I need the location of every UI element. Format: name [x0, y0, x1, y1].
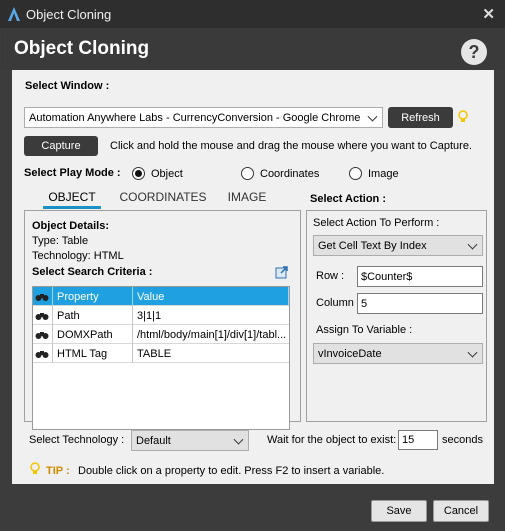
property-cell: HTML Tag: [53, 344, 133, 363]
title-bar: Object Cloning ✕: [0, 0, 505, 28]
table-header-row: Property Value: [33, 287, 289, 306]
main-panel: Select Window : Automation Anywhere Labs…: [12, 70, 494, 484]
tip-label: TIP :: [46, 465, 70, 477]
radio-image-label: Image: [368, 168, 399, 180]
action-dropdown[interactable]: Get Cell Text By Index: [313, 235, 483, 256]
app-logo-icon: [8, 7, 20, 21]
property-cell: DOMXPath: [53, 325, 133, 344]
tab-coordinates[interactable]: COORDINATES: [117, 190, 209, 209]
table-row[interactable]: Path 3|1|1: [33, 306, 289, 325]
tab-image[interactable]: IMAGE: [225, 190, 269, 209]
object-details-heading: Object Details:: [32, 220, 110, 232]
dialog-title: Object Cloning: [14, 38, 150, 59]
table-row[interactable]: HTML Tag TABLE: [33, 344, 289, 363]
chevron-down-icon: [467, 239, 478, 250]
column-value[interactable]: Value: [133, 287, 289, 306]
wait-unit: seconds: [442, 434, 483, 446]
select-action-heading: Select Action :: [310, 193, 386, 205]
assign-variable-label: Assign To Variable :: [316, 324, 413, 336]
chevron-down-icon: [467, 347, 478, 358]
refresh-button[interactable]: Refresh: [388, 107, 453, 128]
tip-text: Double click on a property to edit. Pres…: [78, 465, 385, 477]
window-dropdown[interactable]: Automation Anywhere Labs - CurrencyConve…: [24, 107, 383, 128]
action-perform-label: Select Action To Perform :: [313, 217, 440, 229]
capture-hint: Click and hold the mouse and drag the mo…: [110, 140, 472, 152]
value-cell[interactable]: TABLE: [133, 344, 289, 363]
chevron-down-icon: [367, 111, 378, 122]
radio-object[interactable]: [132, 167, 145, 180]
object-technology: Technology: HTML: [32, 250, 124, 262]
assign-variable-value: vInvoiceDate: [318, 347, 382, 360]
binoculars-icon[interactable]: [33, 287, 53, 306]
technology-value: Default: [136, 434, 171, 447]
lightbulb-icon: [30, 462, 40, 474]
property-cell: Path: [53, 306, 133, 325]
search-criteria-heading: Select Search Criteria :: [32, 266, 153, 278]
radio-coordinates[interactable]: [241, 167, 254, 180]
play-mode-label: Select Play Mode :: [24, 167, 121, 179]
technology-dropdown[interactable]: Default: [131, 430, 249, 451]
row-label: Row :: [316, 270, 345, 282]
export-icon[interactable]: [275, 265, 289, 279]
window-dropdown-value: Automation Anywhere Labs - CurrencyConve…: [29, 111, 361, 124]
radio-object-label: Object: [151, 168, 183, 180]
assign-variable-dropdown[interactable]: vInvoiceDate: [313, 343, 483, 364]
radio-coordinates-label: Coordinates: [260, 168, 320, 180]
row-input[interactable]: $Counter$: [357, 266, 483, 287]
chevron-down-icon: [233, 434, 244, 445]
close-icon[interactable]: ✕: [482, 5, 495, 23]
lightbulb-icon: [458, 110, 468, 122]
value-cell[interactable]: 3|1|1: [133, 306, 289, 325]
table-row[interactable]: DOMXPath /html/body/main[1]/div[1]/tabl.…: [33, 325, 289, 344]
binoculars-icon[interactable]: [33, 344, 53, 363]
dialog-footer: Save Cancel: [0, 484, 505, 531]
help-icon[interactable]: ?: [461, 39, 487, 65]
dialog-header: Object Cloning ?: [1, 28, 504, 70]
cancel-button[interactable]: Cancel: [433, 500, 489, 522]
wait-seconds-input[interactable]: 15: [398, 430, 438, 450]
column-input[interactable]: 5: [357, 293, 483, 314]
wait-label: Wait for the object to exist:: [267, 434, 397, 446]
column-label: Column :: [316, 297, 361, 309]
binoculars-icon[interactable]: [33, 306, 53, 325]
select-window-label: Select Window :: [25, 80, 110, 92]
window-title: Object Cloning: [26, 7, 112, 22]
radio-image[interactable]: [349, 167, 362, 180]
technology-label: Select Technology :: [29, 434, 125, 446]
save-button[interactable]: Save: [371, 500, 427, 522]
action-dropdown-value: Get Cell Text By Index: [318, 239, 427, 252]
value-cell[interactable]: /html/body/main[1]/div[1]/tabl...: [133, 325, 289, 344]
tab-object[interactable]: OBJECT: [43, 190, 101, 209]
binoculars-icon[interactable]: [33, 325, 53, 344]
search-criteria-table: Property Value Path 3|1|1 DOMXPath /html…: [32, 286, 290, 430]
object-type: Type: Table: [32, 235, 89, 247]
column-property[interactable]: Property: [53, 287, 133, 306]
capture-button[interactable]: Capture: [24, 136, 98, 156]
